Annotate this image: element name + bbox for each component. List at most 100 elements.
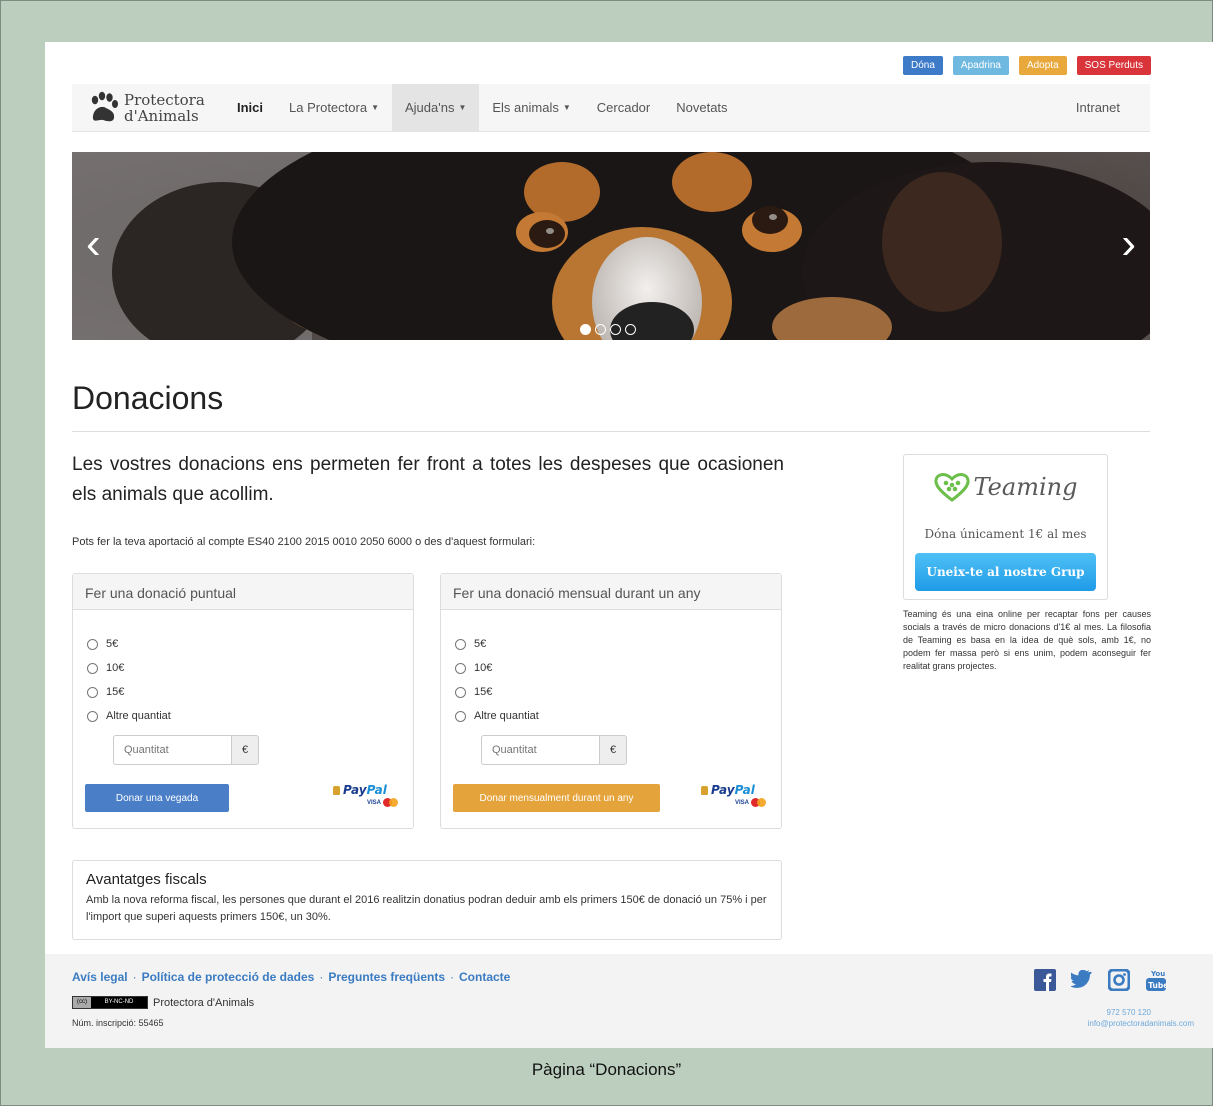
- join-group-button[interactable]: Uneix-te al nostre Grup: [915, 553, 1096, 591]
- radio-button[interactable]: [87, 662, 98, 674]
- nav-els-animals[interactable]: Els animals ▼: [479, 84, 583, 132]
- carousel-prev-icon[interactable]: ‹: [86, 222, 101, 266]
- title-divider: [72, 431, 1150, 432]
- radio-button[interactable]: [455, 662, 466, 674]
- option-label: Altre quantiat: [474, 710, 539, 722]
- nav-ajudans-label: Ajuda'ns: [404, 100, 455, 115]
- paypal-logo: PayPal: [701, 783, 767, 797]
- cc-badge-part: BY-NC-ND: [91, 997, 147, 1008]
- quantity-input[interactable]: [481, 735, 599, 765]
- dona-button[interactable]: Dóna: [903, 56, 943, 75]
- youtube-tube: Tube: [1148, 981, 1167, 990]
- carousel-dot[interactable]: [625, 324, 636, 335]
- option-other[interactable]: Altre quantiat: [455, 704, 781, 728]
- carousel-dot[interactable]: [595, 324, 606, 335]
- nav-intranet-label: Intranet: [1075, 100, 1120, 115]
- panel-heading: Fer una donació puntual: [73, 574, 413, 610]
- teaming-description: Teaming és una eina online per recaptar …: [903, 609, 1151, 671]
- nav-la-protectora-label: La Protectora: [289, 100, 368, 115]
- donate-monthly-button[interactable]: Donar mensualment durant un any: [453, 784, 660, 812]
- nav-la-protectora[interactable]: La Protectora ▼: [276, 84, 392, 132]
- paypal-badge[interactable]: PayPal VISA: [333, 783, 399, 813]
- fiscal-advantages-box: Avantatges fiscals Amb la nova reforma f…: [72, 860, 782, 940]
- caret-down-icon: ▼: [458, 103, 467, 112]
- quantity-input[interactable]: [113, 735, 231, 765]
- site-logo[interactable]: Protectora d'Animals: [72, 84, 224, 132]
- option-15[interactable]: 15€: [87, 680, 413, 704]
- option-label: 10€: [474, 662, 493, 674]
- option-label: 5€: [106, 638, 119, 650]
- footer-link-avis-legal[interactable]: Avís legal: [72, 970, 128, 984]
- lock-icon: [333, 786, 340, 795]
- heart-icon: [933, 473, 970, 502]
- option-15[interactable]: 15€: [455, 680, 781, 704]
- donate-once-button[interactable]: Donar una vegada: [85, 784, 229, 812]
- carousel-dot[interactable]: [580, 324, 591, 335]
- footer-link-faq[interactable]: Preguntes freqüents: [328, 970, 445, 984]
- paypal-pay: Pay: [343, 783, 367, 797]
- radio-button[interactable]: [455, 638, 466, 650]
- nav-inici[interactable]: Inici: [224, 84, 276, 132]
- option-label: 15€: [474, 686, 493, 698]
- quantity-group: €: [481, 735, 627, 765]
- fiscal-heading: Avantatges fiscals: [86, 871, 207, 888]
- radio-button[interactable]: [455, 686, 466, 698]
- youtube-you: You: [1150, 970, 1165, 978]
- teaming-name: Teaming: [973, 473, 1078, 501]
- radio-button[interactable]: [87, 638, 98, 650]
- radio-button[interactable]: [87, 686, 98, 698]
- nav-cercador[interactable]: Cercador: [584, 84, 663, 132]
- radio-button[interactable]: [455, 710, 466, 722]
- carousel-next-icon[interactable]: ›: [1121, 222, 1136, 266]
- option-5[interactable]: 5€: [87, 632, 413, 656]
- option-10[interactable]: 10€: [87, 656, 413, 680]
- paypal-logo: PayPal: [333, 783, 399, 797]
- nav-ajudans[interactable]: Ajuda'ns ▼: [391, 83, 480, 132]
- caret-down-icon: ▼: [562, 103, 571, 112]
- adopta-button[interactable]: Adopta: [1018, 56, 1067, 75]
- twitter-icon[interactable]: [1071, 970, 1093, 990]
- option-label: 10€: [106, 662, 125, 674]
- footer-links: Avís legal · Política de protecció de dade…: [72, 970, 510, 984]
- option-10[interactable]: 10€: [455, 656, 781, 680]
- paypal-badge[interactable]: PayPal VISA: [701, 783, 767, 813]
- separator: ·: [132, 970, 137, 984]
- caret-down-icon: ▼: [371, 103, 379, 112]
- teaming-logo: Teaming: [904, 469, 1107, 505]
- footer-link-contact[interactable]: Contacte: [459, 970, 510, 984]
- mastercard-icon: [383, 798, 399, 807]
- logo-text: Protectora d'Animals: [124, 92, 205, 124]
- navbar: Protectora d'Animals Inici La Protectora…: [72, 83, 1150, 132]
- option-other[interactable]: Altre quantiat: [87, 704, 413, 728]
- nav-novetats[interactable]: Novetats: [663, 84, 740, 132]
- license: (cc) BY-NC-ND Protectora d'Animals: [72, 996, 254, 1009]
- teaming-tagline: Dóna únicament 1€ al mes: [924, 527, 1087, 541]
- mastercard-icon: [751, 798, 767, 807]
- footer-link-privacy[interactable]: Política de protecció de dades: [142, 970, 315, 984]
- card-logos: VISA: [333, 798, 399, 807]
- social-links: You Tube: [1034, 968, 1167, 992]
- apadrina-button[interactable]: Apadrina: [952, 56, 1009, 75]
- radio-button[interactable]: [87, 710, 98, 722]
- nav-intranet[interactable]: Intranet: [1063, 84, 1150, 132]
- facebook-icon[interactable]: [1034, 969, 1056, 991]
- nav-novetats-label: Novetats: [676, 100, 728, 115]
- paw-icon: [91, 91, 118, 121]
- nav-cercador-label: Cercador: [596, 100, 651, 115]
- one-time-donation-panel: Fer una donació puntual 5€ 10€ 15€ Altre…: [72, 573, 414, 829]
- cc-license-icon[interactable]: (cc) BY-NC-ND: [72, 996, 148, 1009]
- separator: ·: [450, 970, 455, 984]
- hero-carousel[interactable]: ‹ ›: [72, 152, 1150, 340]
- instagram-icon[interactable]: [1108, 969, 1130, 991]
- footer-email[interactable]: info@protectoradanimals.com: [1088, 1019, 1194, 1028]
- sos-perduts-button[interactable]: SOS Perduts: [1076, 56, 1151, 75]
- teaming-widget: Teaming Dóna únicament 1€ al mes Uneix-t…: [903, 454, 1108, 600]
- carousel-dot[interactable]: [610, 324, 621, 335]
- paypal-pal: Pal: [734, 783, 755, 797]
- option-5[interactable]: 5€: [455, 632, 781, 656]
- footer-org: Protectora d'Animals: [153, 996, 255, 1009]
- visa-icon: VISA: [734, 799, 749, 806]
- option-label: 5€: [474, 638, 487, 650]
- youtube-icon[interactable]: You Tube: [1145, 968, 1167, 992]
- option-label: Altre quantiat: [106, 710, 171, 722]
